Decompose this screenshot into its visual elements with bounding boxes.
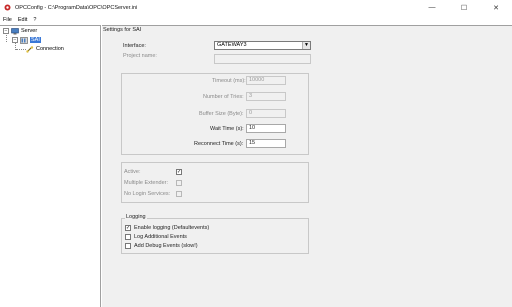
tree-label-sai: SAI — [30, 37, 41, 43]
tree-label-connection: Connection — [36, 46, 64, 52]
minimize-button[interactable]: — — [416, 0, 448, 15]
menu-bar: File Edit ? — [0, 15, 512, 25]
device-icon — [20, 36, 28, 44]
menu-file[interactable]: File — [3, 17, 12, 23]
tree-pane: − Server − SAI Connection — [0, 25, 101, 307]
reconnect-label: Reconnect Time (s): — [194, 141, 244, 147]
menu-edit[interactable]: Edit — [18, 17, 27, 23]
computer-icon — [11, 27, 19, 35]
reconnect-field[interactable]: 15 — [246, 139, 286, 148]
debug-events-label: Add Debug Events (slow!) — [134, 243, 198, 249]
buffer-field[interactable]: 0 — [246, 109, 286, 118]
active-label: Active: — [124, 169, 141, 175]
chevron-down-icon[interactable]: ▼ — [302, 42, 310, 49]
interface-value: GATEWAY3 — [217, 42, 247, 48]
maximize-button[interactable]: ☐ — [448, 0, 480, 15]
tries-field[interactable]: 3 — [246, 92, 286, 101]
tree-label-server: Server — [21, 28, 38, 34]
window-controls: — ☐ ✕ — [416, 0, 512, 15]
app-icon — [4, 4, 11, 11]
window-title: OPCConfig - C:\ProgramData\OPC\OPCServer… — [15, 4, 138, 11]
connection-icon — [26, 45, 34, 53]
no-login-label: No Login Services: — [124, 191, 171, 197]
log-additional-label: Log Additional Events — [134, 234, 187, 240]
project-field[interactable] — [214, 54, 311, 64]
multiple-extender-label: Multiple Extender: — [124, 180, 169, 186]
wait-label: Wait Time (s): — [210, 126, 244, 132]
timeout-label: Timeout (ms): — [212, 78, 246, 84]
project-label: Project name: — [123, 53, 157, 59]
tree-item-sai[interactable]: − SAI — [12, 36, 41, 44]
tree-expander[interactable]: − — [12, 37, 18, 43]
settings-header: Settings for SAI — [103, 27, 142, 33]
buffer-label: Buffer Size (Byte): — [199, 111, 244, 117]
tree-expander[interactable]: − — [3, 28, 9, 34]
wait-field[interactable]: 10 — [246, 124, 286, 133]
logging-group-title: Logging — [125, 214, 147, 220]
title-bar: OPCConfig - C:\ProgramData\OPC\OPCServer… — [0, 0, 512, 15]
tries-label: Number of Tries: — [203, 94, 244, 100]
enable-logging-label: Enable logging (Defaultevents) — [134, 225, 210, 231]
active-checkbox[interactable]: ✓ — [176, 169, 182, 175]
multiple-extender-checkbox[interactable] — [176, 180, 182, 186]
debug-events-checkbox[interactable] — [125, 243, 131, 249]
no-login-checkbox[interactable] — [176, 191, 182, 197]
tree-item-connection[interactable]: Connection — [26, 45, 64, 53]
interface-label: Interface: — [123, 43, 146, 49]
interface-select[interactable]: GATEWAY3 ▼ — [214, 41, 311, 50]
timeout-field[interactable]: 10000 — [246, 76, 286, 85]
settings-pane: Settings for SAI Interface: GATEWAY3 ▼ P… — [102, 25, 512, 307]
enable-logging-checkbox[interactable]: ✓ — [125, 225, 131, 231]
tree-connector — [16, 49, 26, 50]
close-button[interactable]: ✕ — [480, 0, 512, 15]
tree-item-server[interactable]: − Server — [3, 27, 37, 35]
menu-help[interactable]: ? — [33, 17, 36, 23]
log-additional-checkbox[interactable] — [125, 234, 131, 240]
